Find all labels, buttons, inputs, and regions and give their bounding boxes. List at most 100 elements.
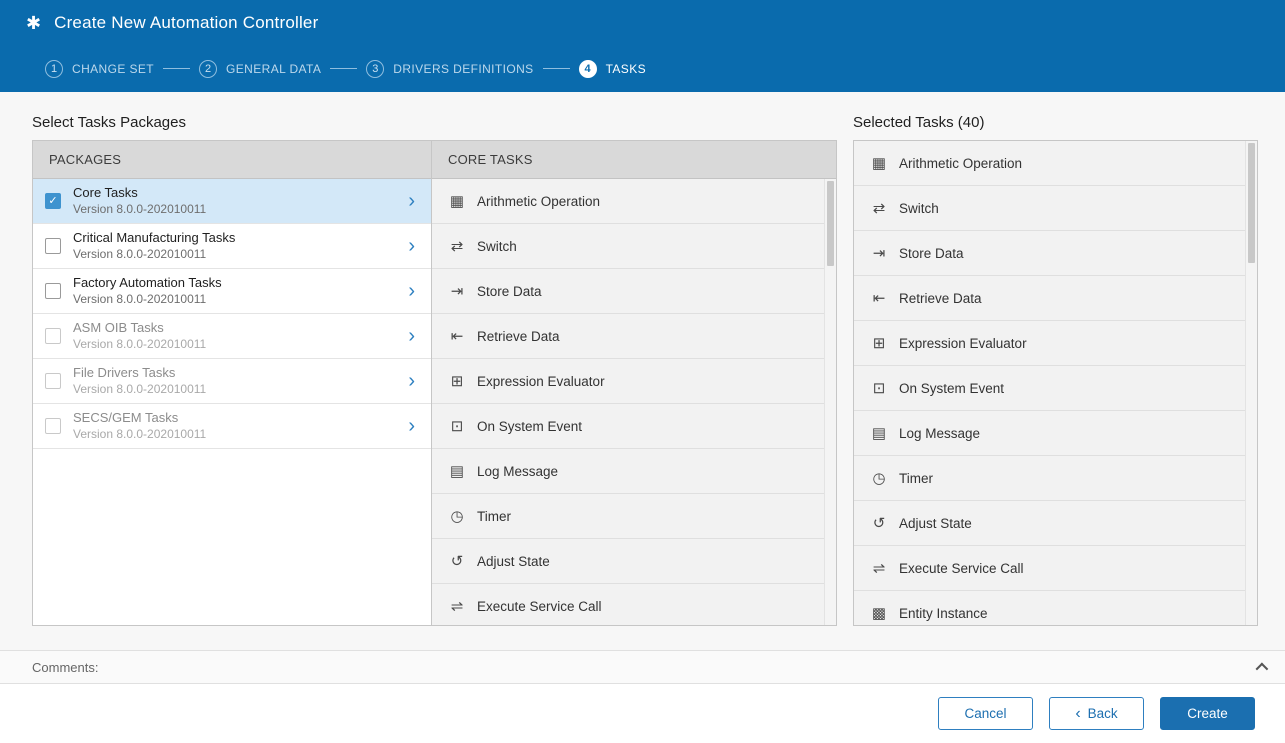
package-name: SECS/GEM Tasks — [73, 410, 206, 426]
package-version: Version 8.0.0-202010011 — [73, 382, 206, 397]
selected-tasks-section: Selected Tasks (40) ▦ Arithmetic Operati… — [853, 114, 1258, 650]
entity-instance-icon: ▩ — [870, 606, 888, 621]
step-4-circle: 4 — [579, 60, 597, 78]
core-tasks-scrollbar[interactable] — [824, 179, 836, 625]
task-label: Adjust State — [899, 516, 972, 531]
wizard-steps: 1 CHANGE SET 2 GENERAL DATA 3 DRIVERS DE… — [0, 45, 1285, 92]
selected-task-row[interactable]: ⇤ Retrieve Data — [854, 276, 1245, 321]
chevron-left-icon: ‹ — [1075, 706, 1080, 722]
package-info: SECS/GEM Tasks Version 8.0.0-202010011 — [73, 410, 206, 442]
scrollbar-thumb[interactable] — [1248, 143, 1255, 263]
selected-tasks-scrollbar[interactable] — [1245, 141, 1257, 625]
package-row-secs-gem-tasks[interactable]: SECS/GEM Tasks Version 8.0.0-202010011 › — [33, 404, 431, 449]
task-row[interactable]: ⇥ Store Data — [432, 269, 824, 314]
store-data-icon: ⇥ — [448, 284, 466, 299]
selected-tasks-title: Selected Tasks (40) — [853, 114, 1258, 131]
selected-task-row[interactable]: ⇥ Store Data — [854, 231, 1245, 276]
package-info: ASM OIB Tasks Version 8.0.0-202010011 — [73, 320, 206, 352]
chevron-right-icon[interactable]: › — [404, 281, 419, 301]
task-row[interactable]: ⇌ Execute Service Call — [432, 584, 824, 625]
task-label: Timer — [477, 509, 511, 524]
chevron-right-icon[interactable]: › — [404, 371, 419, 391]
scrollbar-thumb[interactable] — [827, 181, 834, 266]
on-system-event-icon: ⊡ — [870, 381, 888, 396]
title-bar: ✱ Create New Automation Controller — [0, 0, 1285, 45]
task-row[interactable]: ⊞ Expression Evaluator — [432, 359, 824, 404]
task-label: On System Event — [899, 381, 1004, 396]
chevron-right-icon[interactable]: › — [404, 236, 419, 256]
task-label: Timer — [899, 471, 933, 486]
package-name: Factory Automation Tasks — [73, 275, 222, 291]
package-checkbox[interactable] — [45, 238, 61, 254]
expression-evaluator-icon: ⊞ — [870, 336, 888, 351]
arithmetic-operation-icon: ▦ — [870, 156, 888, 171]
collapse-chevron-icon[interactable] — [1256, 662, 1269, 675]
task-row[interactable]: ↺ Adjust State — [432, 539, 824, 584]
package-checkbox[interactable]: ✓ — [45, 193, 61, 209]
on-system-event-icon: ⊡ — [448, 419, 466, 434]
create-automation-controller-window: ✱ Create New Automation Controller 1 CHA… — [0, 0, 1285, 743]
timer-icon: ◷ — [870, 471, 888, 486]
task-label: Arithmetic Operation — [899, 156, 1022, 171]
step-general-data[interactable]: 2 GENERAL DATA — [199, 60, 321, 78]
task-row[interactable]: ⇤ Retrieve Data — [432, 314, 824, 359]
step-change-set[interactable]: 1 CHANGE SET — [45, 60, 154, 78]
selected-task-row[interactable]: ⇄ Switch — [854, 186, 1245, 231]
chevron-right-icon[interactable]: › — [404, 416, 419, 436]
package-name: ASM OIB Tasks — [73, 320, 206, 336]
task-row[interactable]: ▦ Arithmetic Operation — [432, 179, 824, 224]
chevron-right-icon[interactable]: › — [404, 191, 419, 211]
selected-task-row[interactable]: ▩ Entity Instance — [854, 591, 1245, 625]
selected-task-row[interactable]: ▦ Arithmetic Operation — [854, 141, 1245, 186]
package-row-factory-automation-tasks[interactable]: Factory Automation Tasks Version 8.0.0-2… — [33, 269, 431, 314]
selected-task-row[interactable]: ▤ Log Message — [854, 411, 1245, 456]
app-logo-icon: ✱ — [26, 14, 41, 32]
selected-task-row[interactable]: ◷ Timer — [854, 456, 1245, 501]
package-row-file-drivers-tasks[interactable]: File Drivers Tasks Version 8.0.0-2020100… — [33, 359, 431, 404]
selected-task-row[interactable]: ⇌ Execute Service Call — [854, 546, 1245, 591]
task-row[interactable]: ⇄ Switch — [432, 224, 824, 269]
selected-tasks-list: ▦ Arithmetic Operation ⇄ Switch ⇥ Store … — [853, 140, 1258, 626]
step-tasks[interactable]: 4 TASKS — [579, 60, 646, 78]
selected-task-row[interactable]: ↺ Adjust State — [854, 501, 1245, 546]
package-row-core-tasks[interactable]: ✓ Core Tasks Version 8.0.0-202010011 › — [33, 179, 431, 224]
step-drivers-definitions[interactable]: 3 DRIVERS DEFINITIONS — [366, 60, 533, 78]
task-row[interactable]: ⊡ On System Event — [432, 404, 824, 449]
cancel-button[interactable]: Cancel — [938, 697, 1033, 730]
package-row-asm-oib-tasks[interactable]: ASM OIB Tasks Version 8.0.0-202010011 › — [33, 314, 431, 359]
step-1-circle: 1 — [45, 60, 63, 78]
step-3-label: DRIVERS DEFINITIONS — [393, 62, 533, 76]
execute-service-call-icon: ⇌ — [448, 599, 466, 614]
timer-icon: ◷ — [448, 509, 466, 524]
selected-task-row[interactable]: ⊡ On System Event — [854, 366, 1245, 411]
package-checkbox[interactable] — [45, 283, 61, 299]
package-version: Version 8.0.0-202010011 — [73, 427, 206, 442]
packages-table: PACKAGES ✓ Core Tasks Version 8.0.0-2020… — [32, 140, 837, 626]
retrieve-data-icon: ⇤ — [448, 329, 466, 344]
task-label: Arithmetic Operation — [477, 194, 600, 209]
step-1-label: CHANGE SET — [72, 62, 154, 76]
package-checkbox — [45, 373, 61, 389]
package-info: Factory Automation Tasks Version 8.0.0-2… — [73, 275, 222, 307]
adjust-state-icon: ↺ — [448, 554, 466, 569]
package-row-critical-manufacturing-tasks[interactable]: Critical Manufacturing Tasks Version 8.0… — [33, 224, 431, 269]
step-connector — [163, 68, 190, 69]
task-row[interactable]: ▤ Log Message — [432, 449, 824, 494]
task-label: On System Event — [477, 419, 582, 434]
task-label: Store Data — [899, 246, 964, 261]
task-label: Log Message — [477, 464, 558, 479]
back-button[interactable]: ‹ Back — [1049, 697, 1144, 730]
task-label: Retrieve Data — [899, 291, 982, 306]
task-row[interactable]: ◷ Timer — [432, 494, 824, 539]
package-name: Critical Manufacturing Tasks — [73, 230, 235, 246]
selected-task-row[interactable]: ⊞ Expression Evaluator — [854, 321, 1245, 366]
log-message-icon: ▤ — [448, 464, 466, 479]
package-checkbox — [45, 418, 61, 434]
comments-bar: Comments: — [0, 650, 1285, 684]
core-tasks-list: ▦ Arithmetic Operation ⇄ Switch ⇥ Store … — [432, 179, 836, 625]
package-version: Version 8.0.0-202010011 — [73, 337, 206, 352]
chevron-right-icon[interactable]: › — [404, 326, 419, 346]
create-button[interactable]: Create — [1160, 697, 1255, 730]
step-2-label: GENERAL DATA — [226, 62, 321, 76]
step-2-circle: 2 — [199, 60, 217, 78]
